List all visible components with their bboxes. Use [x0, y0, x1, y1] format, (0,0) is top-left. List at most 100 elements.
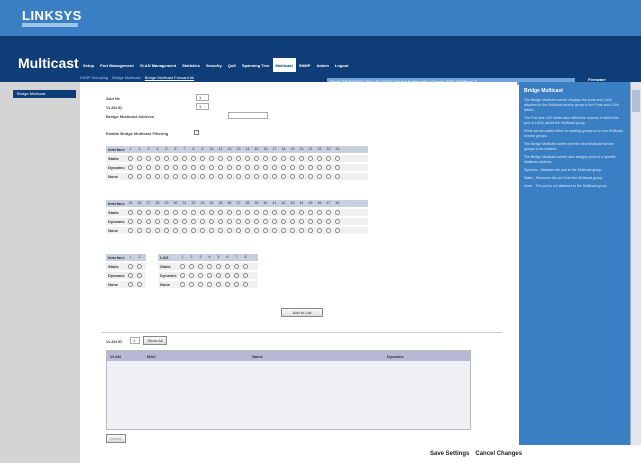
port-radio[interactable]	[254, 156, 259, 161]
port-radio[interactable]	[263, 174, 268, 179]
tab-spanning-tree[interactable]: Spanning Tree	[239, 58, 273, 72]
port-radio[interactable]	[155, 174, 160, 179]
tab-qos[interactable]: QoS	[225, 58, 239, 72]
port-radio[interactable]	[137, 282, 142, 287]
port-radio[interactable]	[308, 165, 313, 170]
port-radio[interactable]	[189, 264, 194, 269]
port-radio[interactable]	[317, 219, 322, 224]
port-radio[interactable]	[335, 228, 340, 233]
port-radio[interactable]	[164, 165, 169, 170]
port-radio[interactable]	[128, 228, 133, 233]
port-radio[interactable]	[191, 174, 196, 179]
port-radio[interactable]	[164, 210, 169, 215]
port-radio[interactable]	[137, 219, 142, 224]
port-radio[interactable]	[128, 264, 133, 269]
port-radio[interactable]	[290, 210, 295, 215]
port-radio[interactable]	[182, 219, 187, 224]
port-radio[interactable]	[227, 156, 232, 161]
port-radio[interactable]	[164, 228, 169, 233]
port-radio[interactable]	[200, 219, 205, 224]
port-radio[interactable]	[173, 219, 178, 224]
port-radio[interactable]	[326, 228, 331, 233]
port-radio[interactable]	[182, 165, 187, 170]
port-radio[interactable]	[335, 165, 340, 170]
port-radio[interactable]	[216, 282, 221, 287]
port-radio[interactable]	[227, 165, 232, 170]
add-to-list-button[interactable]: Add to List	[281, 308, 323, 317]
port-radio[interactable]	[216, 264, 221, 269]
port-radio[interactable]	[225, 273, 230, 278]
port-radio[interactable]	[218, 165, 223, 170]
port-radio[interactable]	[218, 228, 223, 233]
port-radio[interactable]	[137, 273, 142, 278]
port-radio[interactable]	[299, 210, 304, 215]
port-radio[interactable]	[326, 210, 331, 215]
port-radio[interactable]	[146, 219, 151, 224]
scrollbar[interactable]	[630, 82, 641, 445]
port-radio[interactable]	[299, 228, 304, 233]
port-radio[interactable]	[200, 228, 205, 233]
port-radio[interactable]	[191, 219, 196, 224]
port-radio[interactable]	[182, 156, 187, 161]
port-radio[interactable]	[173, 165, 178, 170]
port-radio[interactable]	[207, 273, 212, 278]
tab-vlan-management[interactable]: VLAN Management	[137, 58, 179, 72]
port-radio[interactable]	[128, 219, 133, 224]
port-radio[interactable]	[272, 219, 277, 224]
port-radio[interactable]	[137, 156, 142, 161]
subtab-bridge-multicast[interactable]: Bridge Multicast	[112, 75, 140, 80]
tab-statistics[interactable]: Statistics	[179, 58, 203, 72]
port-radio[interactable]	[155, 219, 160, 224]
port-radio[interactable]	[216, 273, 221, 278]
tab-logout[interactable]: Logout	[332, 58, 352, 72]
port-radio[interactable]	[254, 210, 259, 215]
save-settings-button[interactable]: Save Settings	[430, 451, 469, 457]
port-radio[interactable]	[281, 174, 286, 179]
port-radio[interactable]	[254, 228, 259, 233]
tab-setup[interactable]: Setup	[80, 58, 97, 72]
port-radio[interactable]	[227, 210, 232, 215]
port-radio[interactable]	[281, 228, 286, 233]
port-radio[interactable]	[128, 273, 133, 278]
port-radio[interactable]	[317, 174, 322, 179]
port-radio[interactable]	[180, 282, 185, 287]
port-radio[interactable]	[299, 219, 304, 224]
tab-security[interactable]: Security	[203, 58, 225, 72]
tab-port-management[interactable]: Port Management	[97, 58, 137, 72]
port-radio[interactable]	[182, 210, 187, 215]
port-radio[interactable]	[290, 219, 295, 224]
tab-admin[interactable]: Admin	[313, 58, 331, 72]
port-radio[interactable]	[182, 174, 187, 179]
port-radio[interactable]	[263, 165, 268, 170]
port-radio[interactable]	[128, 174, 133, 179]
port-radio[interactable]	[263, 228, 268, 233]
delete-button[interactable]: Delete	[106, 434, 126, 443]
port-radio[interactable]	[254, 219, 259, 224]
enable-bridge-checkbox[interactable]	[194, 130, 199, 135]
port-radio[interactable]	[128, 210, 133, 215]
port-radio[interactable]	[209, 174, 214, 179]
port-radio[interactable]	[299, 156, 304, 161]
port-radio[interactable]	[180, 264, 185, 269]
port-radio[interactable]	[189, 282, 194, 287]
port-radio[interactable]	[146, 228, 151, 233]
port-radio[interactable]	[308, 174, 313, 179]
port-radio[interactable]	[326, 174, 331, 179]
port-radio[interactable]	[245, 219, 250, 224]
port-radio[interactable]	[164, 156, 169, 161]
port-radio[interactable]	[137, 264, 142, 269]
show-all-button[interactable]: Show All	[143, 336, 167, 345]
port-radio[interactable]	[128, 282, 133, 287]
port-radio[interactable]	[137, 228, 142, 233]
port-radio[interactable]	[236, 219, 241, 224]
port-radio[interactable]	[290, 165, 295, 170]
port-radio[interactable]	[200, 156, 205, 161]
port-radio[interactable]	[290, 156, 295, 161]
port-radio[interactable]	[218, 219, 223, 224]
port-radio[interactable]	[209, 219, 214, 224]
port-radio[interactable]	[308, 219, 313, 224]
port-radio[interactable]	[173, 228, 178, 233]
port-radio[interactable]	[180, 273, 185, 278]
port-radio[interactable]	[207, 264, 212, 269]
port-radio[interactable]	[236, 174, 241, 179]
